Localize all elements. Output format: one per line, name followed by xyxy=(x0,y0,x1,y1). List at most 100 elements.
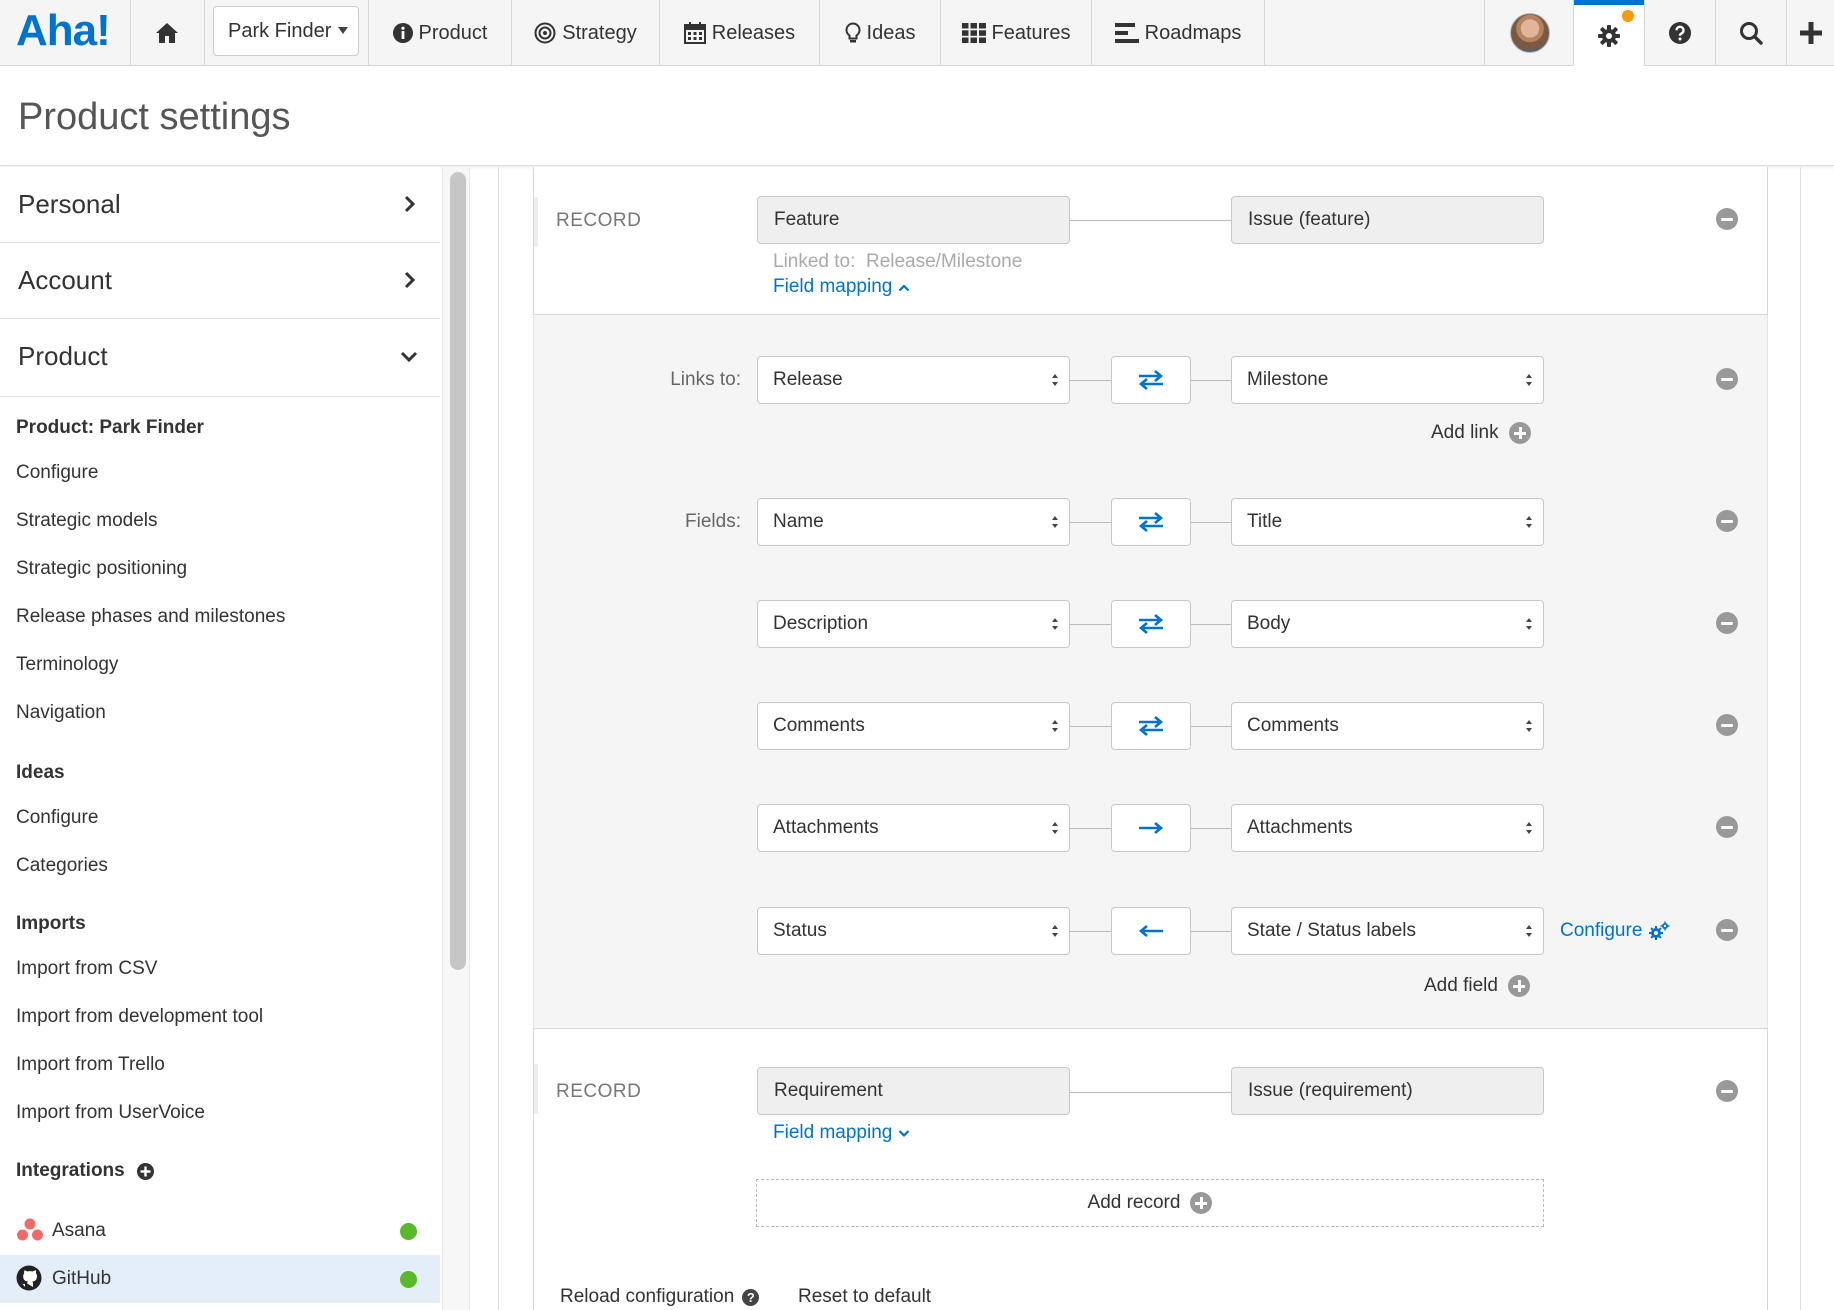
plus-circle-icon xyxy=(1508,422,1531,444)
sidebar-item-import-trello[interactable]: Import from Trello xyxy=(16,1054,165,1076)
row-connector xyxy=(1070,931,1111,932)
select-arrows-icon xyxy=(1052,374,1058,386)
nav-ideas[interactable]: Ideas xyxy=(820,0,940,66)
field-mapping-toggle[interactable]: Field mapping xyxy=(773,1122,910,1144)
select-value: Attachments xyxy=(773,817,879,838)
sidebar-item-release-phases[interactable]: Release phases and milestones xyxy=(16,606,285,628)
field-remote-select[interactable]: Attachments xyxy=(1231,804,1544,852)
sidebar-item-import-csv[interactable]: Import from CSV xyxy=(16,958,157,980)
field-remote-select[interactable]: Body xyxy=(1231,600,1544,648)
aha-logo[interactable]: Aha! xyxy=(16,6,111,56)
chevron-down-icon xyxy=(899,1129,910,1137)
sidebar-section-product[interactable]: Product xyxy=(0,319,440,397)
nav-releases[interactable]: Releases xyxy=(660,0,819,66)
remove-field-button[interactable] xyxy=(1716,919,1738,941)
select-arrows-icon xyxy=(1526,374,1532,386)
row-connector xyxy=(1191,380,1231,381)
field-aha-select[interactable]: Description xyxy=(757,600,1070,648)
help-button[interactable] xyxy=(1645,0,1715,66)
sidebar-item-strategic-models[interactable]: Strategic models xyxy=(16,510,158,532)
sidebar-item-ideas-configure[interactable]: Configure xyxy=(16,807,98,829)
chevron-right-icon xyxy=(404,195,416,213)
home-icon xyxy=(156,23,178,43)
page-header: Product settings xyxy=(0,66,1834,166)
home-button[interactable] xyxy=(135,0,199,66)
select-value: Name xyxy=(773,511,824,532)
row-connector xyxy=(1070,726,1111,727)
sidebar-item-terminology[interactable]: Terminology xyxy=(16,654,118,676)
link-remote-select[interactable]: Milestone xyxy=(1231,356,1544,404)
sync-direction-both-button[interactable] xyxy=(1111,498,1191,546)
add-field-button[interactable]: Add field xyxy=(1424,975,1530,997)
field-aha-select[interactable]: Attachments xyxy=(757,804,1070,852)
nav-product[interactable]: Product xyxy=(369,0,511,66)
field-aha-select[interactable]: Comments xyxy=(757,702,1070,750)
nav-features[interactable]: Features xyxy=(941,0,1091,66)
add-integration-icon[interactable] xyxy=(136,1162,154,1180)
sidebar-item-configure[interactable]: Configure xyxy=(16,462,98,484)
arrows-both-icon xyxy=(1138,512,1164,532)
linked-to-text: Linked to: Release/Milestone xyxy=(773,251,1022,273)
sync-direction-both-button[interactable] xyxy=(1111,356,1191,404)
product-selector[interactable]: Park Finder xyxy=(213,6,359,56)
field-aha-select[interactable]: Status xyxy=(757,907,1070,955)
reload-configuration-button[interactable]: Reload configuration ? xyxy=(560,1286,760,1308)
sidebar-item-strategic-positioning[interactable]: Strategic positioning xyxy=(16,558,187,580)
configure-status-link[interactable]: Configure xyxy=(1560,920,1670,942)
field-aha-select[interactable]: Name xyxy=(757,498,1070,546)
row-connector xyxy=(1070,380,1111,381)
roadmap-icon xyxy=(1114,23,1139,43)
sidebar-item-github[interactable]: GitHub xyxy=(0,1255,440,1303)
field-mapping-toggle[interactable]: Field mapping xyxy=(773,276,910,298)
add-record-button[interactable]: Add record xyxy=(756,1179,1544,1227)
sidebar-item-import-uservoice[interactable]: Import from UserVoice xyxy=(16,1102,205,1124)
nav-releases-label: Releases xyxy=(711,21,796,44)
row-connector xyxy=(1070,624,1111,625)
row-connector xyxy=(1191,522,1231,523)
remove-link-button[interactable] xyxy=(1716,368,1738,390)
arrows-both-icon xyxy=(1138,614,1164,634)
remove-record-button[interactable] xyxy=(1716,208,1738,230)
chevron-up-icon xyxy=(899,283,910,291)
nav-roadmaps[interactable]: Roadmaps xyxy=(1092,0,1264,66)
remove-field-button[interactable] xyxy=(1716,510,1738,532)
arrow-right-icon xyxy=(1139,822,1164,834)
select-arrows-icon xyxy=(1052,822,1058,834)
sidebar-item-asana[interactable]: Asana xyxy=(0,1207,440,1255)
help-icon[interactable]: ? xyxy=(742,1288,760,1306)
search-button[interactable] xyxy=(1716,0,1786,66)
chevron-down-icon xyxy=(400,351,418,363)
divider xyxy=(1264,0,1265,66)
sidebar-item-categories[interactable]: Categories xyxy=(16,855,108,877)
sync-direction-both-button[interactable] xyxy=(1111,702,1191,750)
nav-strategy[interactable]: Strategy xyxy=(512,0,659,66)
sidebar-group-product: Product: Park Finder xyxy=(16,417,204,438)
select-value: Title xyxy=(1247,511,1283,532)
reset-to-default-button[interactable]: Reset to default xyxy=(798,1286,931,1308)
sync-direction-left-button[interactable] xyxy=(1111,907,1191,955)
sync-direction-both-button[interactable] xyxy=(1111,600,1191,648)
sync-direction-right-button[interactable] xyxy=(1111,804,1191,852)
user-avatar-button[interactable] xyxy=(1495,0,1565,66)
sidebar-item-import-dev-tool[interactable]: Import from development tool xyxy=(16,1006,263,1028)
product-selector-label: Park Finder xyxy=(228,19,332,42)
reload-configuration-label: Reload configuration xyxy=(560,1286,735,1307)
sidebar-section-account[interactable]: Account xyxy=(0,243,440,319)
sidebar-scrollbar-thumb[interactable] xyxy=(450,172,466,970)
add-button[interactable] xyxy=(1787,0,1834,66)
add-link-button[interactable]: Add link xyxy=(1431,422,1531,444)
field-remote-select[interactable]: State / Status labels xyxy=(1231,907,1544,955)
aha-record-type: Requirement xyxy=(757,1067,1070,1115)
link-aha-select[interactable]: Release xyxy=(757,356,1070,404)
sidebar-item-navigation[interactable]: Navigation xyxy=(16,702,106,724)
remove-field-button[interactable] xyxy=(1716,612,1738,634)
remove-field-button[interactable] xyxy=(1716,816,1738,838)
chevron-right-icon xyxy=(404,271,416,289)
sidebar-section-label: Account xyxy=(18,265,112,295)
remove-record-button[interactable] xyxy=(1716,1080,1738,1102)
remove-field-button[interactable] xyxy=(1716,714,1738,736)
select-value: Release xyxy=(773,369,843,390)
sidebar-section-personal[interactable]: Personal xyxy=(0,167,440,243)
field-remote-select[interactable]: Comments xyxy=(1231,702,1544,750)
field-remote-select[interactable]: Title xyxy=(1231,498,1544,546)
